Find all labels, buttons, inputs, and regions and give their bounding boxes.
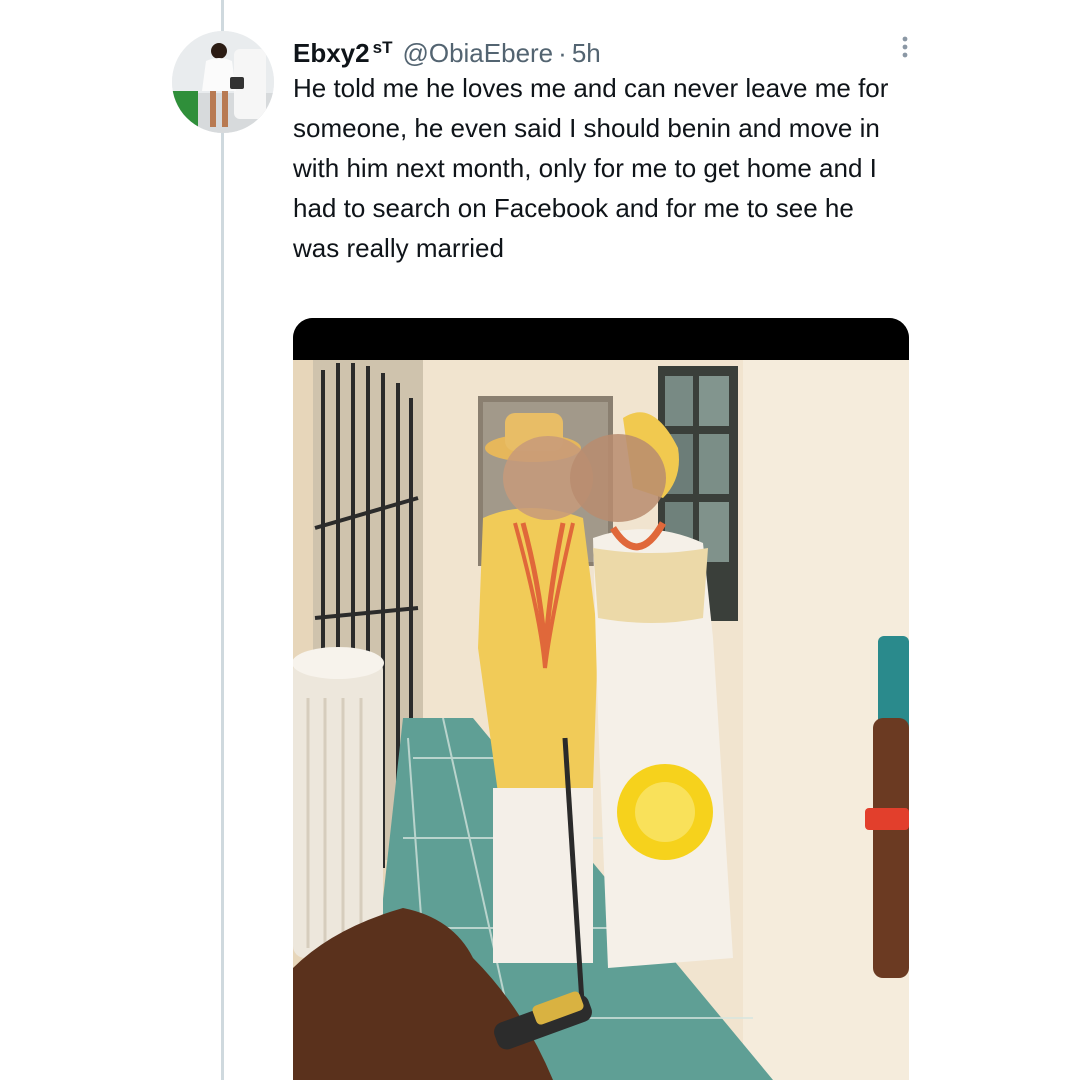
tweet-text: He told me he loves me and can never lea… [293,73,889,263]
tweet-header: Ebxy2 sT @ObiaEbere · 5h [293,30,909,68]
user-handle[interactable]: @ObiaEbere [402,35,553,71]
tweet-media-photo[interactable] [293,318,909,1080]
avatar-image [172,31,274,133]
screenshot-canvas: Ebxy2 sT @ObiaEbere · 5h He told me he lo… [0,0,1080,1080]
display-name-suffix: sT [372,38,393,57]
display-name-text: Ebxy2 [293,38,370,68]
thread-connector-line [221,0,224,1080]
timestamp[interactable]: 5h [572,35,601,71]
display-name[interactable]: Ebxy2 sT [293,30,392,71]
tweet-body: Ebxy2 sT @ObiaEbere · 5h He told me he lo… [293,30,909,268]
avatar[interactable] [172,31,274,133]
more-vertical-icon[interactable] [877,32,909,64]
separator-dot: · [558,38,567,68]
wedding-photo [293,318,909,1080]
